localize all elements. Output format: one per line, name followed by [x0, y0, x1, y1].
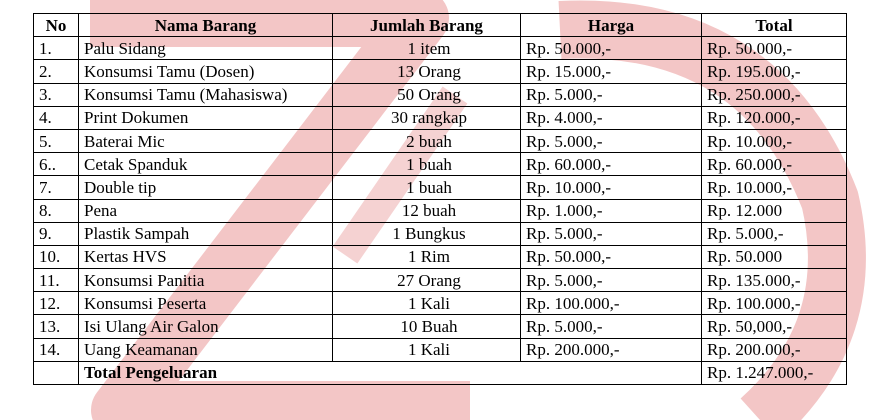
cell-no: 4. [33, 105, 79, 130]
cell-no: 2. [33, 59, 79, 84]
cell-total: Rp. 120.000,- [701, 105, 847, 130]
table-row: 12. Konsumsi Peserta 1 Kali Rp. 100.000,- Rp… [33, 291, 847, 316]
cell-total: Rp. 250.000,- [701, 82, 847, 107]
cell-total: Rp. 135.000,- [701, 268, 847, 293]
cell-total: Rp. 10.000,- [701, 175, 847, 200]
total-value: Rp. 1.247.000,- [701, 360, 847, 386]
cell-price: Rp. 5.000,- [520, 82, 702, 107]
cell-price: Rp. 60.000,- [520, 152, 702, 177]
cell-item: Pena [78, 198, 333, 223]
table-row: 7. Double tip 1 buah Rp. 10.000,- Rp. 10.000… [33, 175, 847, 200]
table-row: 4. Print Dokumen 30 rangkap Rp. 4.000,- Rp. … [33, 105, 847, 130]
cell-total: Rp. 195.000,- [701, 59, 847, 84]
cell-qty: 30 rangkap [332, 105, 521, 130]
cell-no: 3. [33, 82, 79, 107]
cell-item: Konsumsi Tamu (Mahasiswa) [78, 82, 333, 107]
cell-no: 13. [33, 314, 79, 339]
table-header-row: No Nama Barang Jumlah Barang Harga Total [33, 12, 847, 38]
table-row: 14. Uang Keamanan 1 Kali Rp. 200.000,- Rp. 2… [33, 337, 847, 362]
cell-price: Rp. 10.000,- [520, 175, 702, 200]
cell-item: Uang Keamanan [78, 337, 333, 362]
cell-qty: 1 buah [332, 175, 521, 200]
cell-price: Rp. 5.000,- [520, 221, 702, 246]
cell-price: Rp. 100.000,- [520, 291, 702, 316]
table-row: 1. Palu Sidang 1 item Rp. 50.000,- Rp. 50.00… [33, 36, 847, 61]
cell-qty: 50 Orang [332, 82, 521, 107]
cell-no: 6.. [33, 152, 79, 177]
cell-no: 9. [33, 221, 79, 246]
cell-price: Rp. 5.000,- [520, 314, 702, 339]
cell-no: 1. [33, 36, 79, 61]
cell-price: Rp. 4.000,- [520, 105, 702, 130]
total-row-no-cell [33, 360, 79, 386]
cell-qty: 1 Bungkus [332, 221, 521, 246]
cell-qty: 1 item [332, 36, 521, 61]
cell-no: 5. [33, 128, 79, 154]
cell-qty: 12 buah [332, 198, 521, 223]
cell-item: Cetak Spanduk [78, 152, 333, 177]
cell-item: Konsumsi Peserta [78, 291, 333, 316]
cell-item: Konsumsi Panitia [78, 268, 333, 293]
cell-total: Rp. 5.000,- [701, 221, 847, 246]
cell-price: Rp. 200.000,- [520, 337, 702, 362]
table-row: 3. Konsumsi Tamu (Mahasiswa) 50 Orang Rp. 5… [33, 82, 847, 107]
cell-total: Rp. 60.000,- [701, 152, 847, 177]
table-row: 9. Plastik Sampah 1 Bungkus Rp. 5.000,- Rp. … [33, 221, 847, 246]
table-row: 5. Baterai Mic 2 buah Rp. 5.000,- Rp. 10.000… [33, 128, 847, 154]
cell-no: 11. [33, 268, 79, 293]
table-row: 8. Pena 12 buah Rp. 1.000,- Rp. 12.000 [33, 198, 847, 223]
header-item: Nama Barang [78, 12, 333, 38]
cell-qty: 1 Kali [332, 337, 521, 362]
cell-item: Konsumsi Tamu (Dosen) [78, 59, 333, 84]
table-body: 1. Palu Sidang 1 item Rp. 50.000,- Rp. 50.00… [33, 36, 847, 362]
cell-qty: 13 Orang [332, 59, 521, 84]
cell-no: 10. [33, 244, 79, 270]
header-total: Total [701, 12, 847, 38]
cell-qty: 27 Orang [332, 268, 521, 293]
cell-item: Isi Ulang Air Galon [78, 314, 333, 339]
cell-item: Double tip [78, 175, 333, 200]
cell-price: Rp. 5.000,- [520, 128, 702, 154]
table-row: 6.. Cetak Spanduk 1 buah Rp. 60.000,- Rp. 60… [33, 152, 847, 177]
cell-total: Rp. 200.000,- [701, 337, 847, 362]
table-row: 13. Isi Ulang Air Galon 10 Buah Rp. 5.000,-… [33, 314, 847, 339]
cell-total: Rp. 50.000 [701, 244, 847, 270]
cell-total: Rp. 50,000,- [701, 314, 847, 339]
table-row: 11. Konsumsi Panitia 27 Orang Rp. 5.000,- Rp… [33, 268, 847, 293]
cell-total: Rp. 12.000 [701, 198, 847, 223]
cell-price: Rp. 1.000,- [520, 198, 702, 223]
cell-total: Rp. 50.000,- [701, 36, 847, 61]
cell-no: 7. [33, 175, 79, 200]
cell-price: Rp. 50.000,- [520, 244, 702, 270]
cell-qty: 1 Rim [332, 244, 521, 270]
cell-price: Rp. 5.000,- [520, 268, 702, 293]
header-qty: Jumlah Barang [332, 12, 521, 38]
header-price: Harga [520, 12, 702, 38]
table-row: 10. Kertas HVS 1 Rim Rp. 50.000,- Rp. 50.000 [33, 244, 847, 270]
cell-qty: 1 Kali [332, 291, 521, 316]
total-label: Total Pengeluaran [78, 360, 702, 386]
cell-no: 8. [33, 198, 79, 223]
cell-item: Palu Sidang [78, 36, 333, 61]
expense-table: No Nama Barang Jumlah Barang Harga Total… [33, 12, 847, 386]
header-no: No [33, 12, 79, 38]
cell-item: Plastik Sampah [78, 221, 333, 246]
cell-total: Rp. 10.000,- [701, 128, 847, 154]
cell-price: Rp. 50.000,- [520, 36, 702, 61]
cell-total: Rp. 100.000,- [701, 291, 847, 316]
cell-item: Baterai Mic [78, 128, 333, 154]
cell-qty: 1 buah [332, 152, 521, 177]
cell-qty: 2 buah [332, 128, 521, 154]
cell-no: 12. [33, 291, 79, 316]
total-row: Total Pengeluaran Rp. 1.247.000,- [33, 360, 847, 386]
cell-price: Rp. 15.000,- [520, 59, 702, 84]
cell-no: 14. [33, 337, 79, 362]
table-row: 2. Konsumsi Tamu (Dosen) 13 Orang Rp. 15.00… [33, 59, 847, 84]
cell-item: Print Dokumen [78, 105, 333, 130]
cell-item: Kertas HVS [78, 244, 333, 270]
cell-qty: 10 Buah [332, 314, 521, 339]
